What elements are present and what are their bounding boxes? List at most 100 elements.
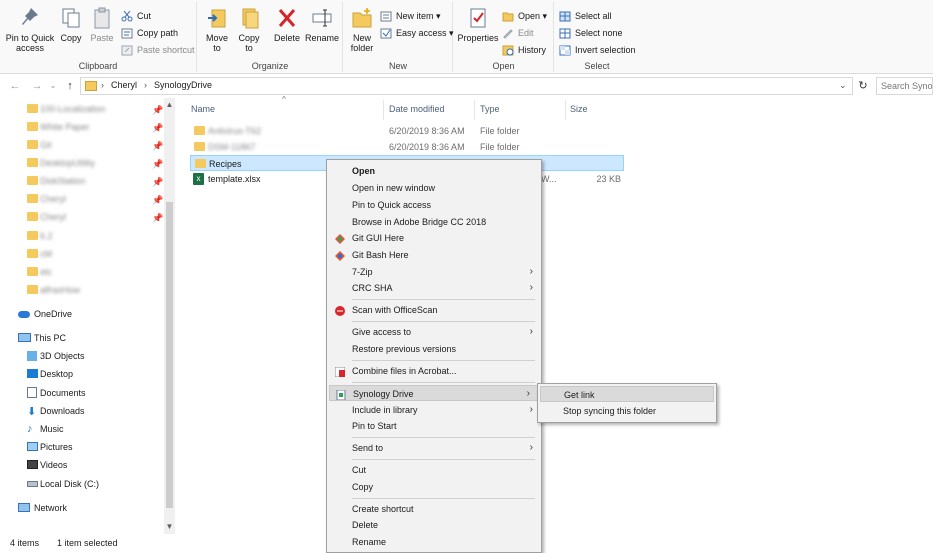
breadcrumb-cheryl[interactable]: Cheryl — [111, 80, 137, 90]
menu-item-include-library[interactable]: Include in library › — [327, 402, 541, 418]
officescan-icon — [335, 305, 345, 316]
synology-submenu: Get link Stop syncing this folder — [537, 383, 717, 423]
nav-documents[interactable]: Documents — [0, 384, 164, 402]
nav-downloads[interactable]: ⬇ Downloads — [0, 402, 164, 420]
nav-desktop[interactable]: Desktop — [0, 365, 164, 383]
move-to-button[interactable]: Move to — [204, 6, 230, 53]
folder-icon — [27, 285, 38, 294]
nav-quick-item[interactable]: White Paper 📌 — [0, 118, 164, 136]
menu-item-open-new-window[interactable]: Open in new window — [327, 180, 541, 196]
menu-item-crc-sha[interactable]: CRC SHA › — [327, 280, 541, 296]
nav-videos[interactable]: Videos — [0, 456, 164, 474]
scrollbar-thumb[interactable] — [166, 202, 173, 508]
nav-quick-item[interactable]: Cheryl 📌 — [0, 190, 164, 208]
invert-selection-button[interactable]: Invert selection — [559, 43, 636, 58]
menu-item-rename[interactable]: Rename — [327, 534, 541, 550]
search-input[interactable]: Search Synol — [876, 77, 933, 95]
recent-locations-chevron-icon[interactable]: ⌄ — [46, 79, 60, 93]
forward-arrow-icon[interactable]: → — [30, 79, 44, 93]
menu-item-pin-start[interactable]: Pin to Start — [327, 418, 541, 434]
context-menu: Open Open in new window Pin to Quick acc… — [326, 159, 542, 553]
nav-quick-item[interactable]: DiskStation 📌 — [0, 172, 164, 190]
paste-shortcut-button[interactable]: Paste shortcut — [121, 43, 195, 58]
nav-quick-item[interactable]: Git 📌 — [0, 136, 164, 154]
cloud-icon — [18, 311, 30, 318]
column-header-type[interactable]: Type — [480, 104, 500, 114]
cut-button[interactable]: Cut — [121, 9, 151, 24]
menu-item-synology-drive[interactable]: Synology Drive › — [329, 385, 539, 401]
copy-button[interactable]: Copy — [58, 6, 84, 43]
file-row[interactable]: DSM-11867 6/20/2019 8:36 AM File folder — [190, 139, 624, 155]
history-button[interactable]: History — [502, 43, 546, 58]
scroll-up-icon[interactable]: ▲ — [164, 100, 175, 109]
nav-3d-objects[interactable]: 3D Objects — [0, 347, 164, 365]
paste-button[interactable]: Paste — [88, 6, 116, 43]
column-header-name[interactable]: Name — [191, 104, 215, 114]
submenu-item-get-link[interactable]: Get link — [540, 386, 714, 402]
menu-item-delete[interactable]: Delete — [327, 517, 541, 533]
nav-quick-item[interactable]: DesktopUtility 📌 — [0, 154, 164, 172]
pin-icon: 📌 — [152, 159, 164, 169]
rename-button[interactable]: Rename — [305, 6, 339, 43]
up-arrow-icon[interactable]: ↑ — [63, 79, 77, 93]
nav-scrollbar[interactable]: ▲ ▼ — [164, 98, 175, 534]
submenu-item-stop-syncing[interactable]: Stop syncing this folder — [538, 403, 716, 419]
nav-quick-item[interactable]: Cheryl 📌 — [0, 208, 164, 226]
menu-item-cut[interactable]: Cut — [327, 462, 541, 478]
back-arrow-icon[interactable]: ← — [8, 79, 22, 93]
breadcrumb-synologydrive[interactable]: SynologyDrive — [154, 80, 212, 90]
column-header-size[interactable]: Size — [570, 104, 588, 114]
menu-item-open[interactable]: Open — [327, 163, 541, 179]
sort-ascending-icon: ^ — [282, 95, 286, 104]
nav-quick-item[interactable]: etc — [0, 263, 164, 281]
nav-quick-item[interactable]: 6.2 — [0, 227, 164, 245]
new-folder-button[interactable]: New folder — [346, 6, 378, 53]
address-field[interactable]: › Cheryl › SynologyDrive ⌄ — [80, 77, 853, 95]
nav-this-pc[interactable]: This PC — [0, 329, 164, 347]
drive-icon — [27, 481, 38, 487]
menu-item-create-shortcut[interactable]: Create shortcut — [327, 501, 541, 517]
address-dropdown-icon[interactable]: ⌄ — [839, 80, 847, 91]
nav-pictures[interactable]: Pictures — [0, 438, 164, 456]
menu-item-git-gui[interactable]: Git GUI Here — [327, 230, 541, 246]
nav-onedrive[interactable]: OneDrive — [0, 305, 164, 323]
nav-music[interactable]: ♪ Music — [0, 420, 164, 438]
file-row[interactable]: Antivirus-T62 6/20/2019 8:36 AM File fol… — [190, 123, 624, 139]
menu-item-pin-quick-access[interactable]: Pin to Quick access — [327, 197, 541, 213]
select-none-button[interactable]: Select none — [559, 26, 623, 41]
organize-group-label: Organize — [251, 61, 289, 71]
copy-path-button[interactable]: Copy path — [121, 26, 178, 41]
menu-item-browse-bridge[interactable]: Browse in Adobe Bridge CC 2018 — [327, 214, 541, 230]
menu-item-git-bash[interactable]: Git Bash Here — [327, 247, 541, 263]
new-item-button[interactable]: New item ▾ — [380, 9, 441, 24]
column-divider[interactable] — [565, 100, 566, 120]
menu-item-send-to[interactable]: Send to › — [327, 440, 541, 456]
nav-quick-item[interactable]: alfrasHow — [0, 281, 164, 299]
nav-network[interactable]: Network — [0, 499, 164, 517]
scroll-down-icon[interactable]: ▼ — [164, 522, 175, 531]
column-divider[interactable] — [474, 100, 475, 120]
nav-local-disk[interactable]: Local Disk (C:) — [0, 475, 164, 493]
edit-button[interactable]: Edit — [502, 26, 534, 41]
nav-quick-item[interactable]: 100-Localization 📌 — [0, 100, 164, 118]
folder-icon — [27, 122, 38, 131]
delete-x-icon — [276, 6, 298, 30]
menu-item-give-access[interactable]: Give access to › — [327, 324, 541, 340]
nav-quick-item[interactable]: cM — [0, 245, 164, 263]
menu-item-officescan[interactable]: Scan with OfficeScan — [327, 302, 541, 318]
menu-item-copy[interactable]: Copy — [327, 479, 541, 495]
menu-separator — [352, 437, 535, 438]
menu-item-combine-acrobat[interactable]: Combine files in Acrobat... — [327, 363, 541, 379]
easy-access-button[interactable]: Easy access ▾ — [380, 26, 454, 41]
properties-button[interactable]: Properties — [457, 6, 499, 43]
copy-to-button[interactable]: Copy to — [236, 6, 262, 53]
select-all-button[interactable]: Select all — [559, 9, 612, 24]
column-divider[interactable] — [383, 100, 384, 120]
refresh-icon[interactable]: ↻ — [856, 79, 870, 93]
column-header-date[interactable]: Date modified — [389, 104, 445, 114]
open-button[interactable]: Open ▾ — [502, 9, 547, 24]
menu-item-restore-versions[interactable]: Restore previous versions — [327, 341, 541, 357]
delete-button[interactable]: Delete — [273, 6, 301, 43]
pin-quick-access-button[interactable]: Pin to Quick access — [4, 6, 56, 53]
menu-item-7zip[interactable]: 7-Zip › — [327, 264, 541, 280]
